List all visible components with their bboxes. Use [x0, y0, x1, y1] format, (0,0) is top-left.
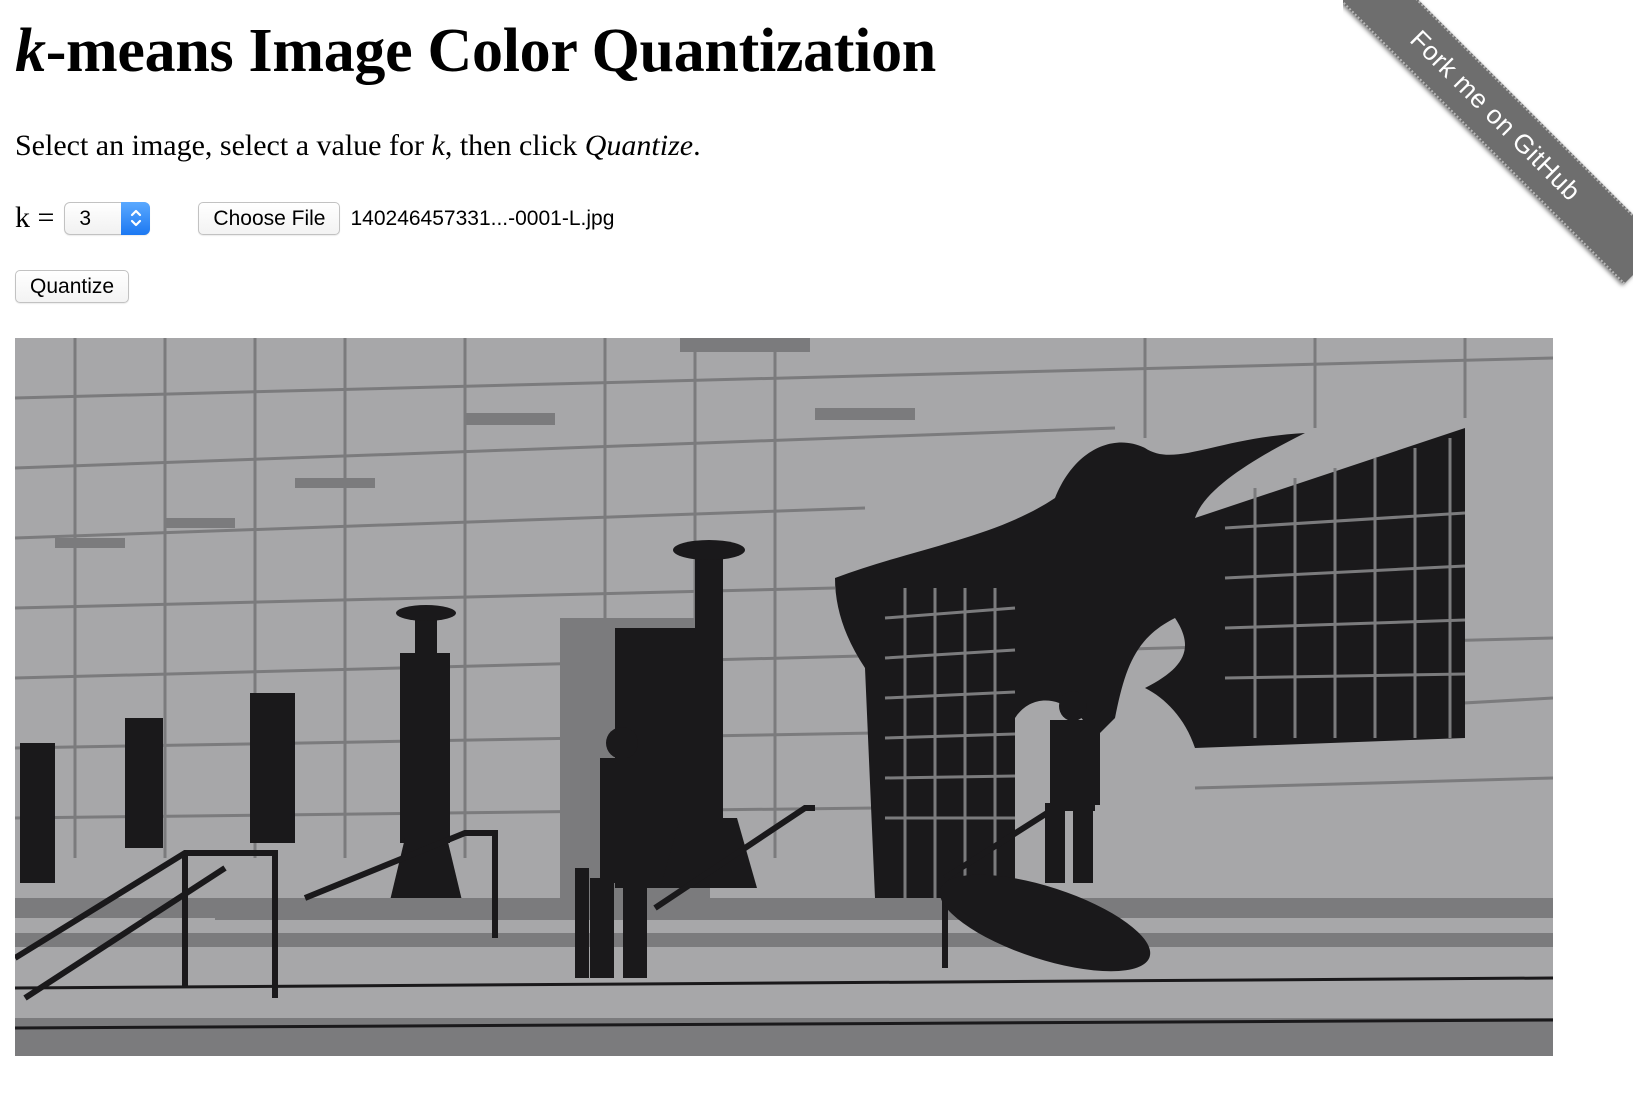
quantized-image: [15, 338, 1553, 1056]
k-label: k =: [15, 201, 55, 234]
quantized-image-canvas: [15, 338, 1553, 1056]
instructions-part: Select an image, select a value for: [15, 129, 432, 162]
github-ribbon-container: Fork me on GitHub: [1343, 0, 1633, 290]
k-select[interactable]: 3: [64, 201, 151, 235]
select-arrows-icon: [121, 201, 151, 235]
title-text: -means Image Color Quantization: [45, 17, 937, 85]
selected-file-name: 140246457331...-0001-L.jpg: [350, 206, 615, 230]
fork-on-github-ribbon[interactable]: Fork me on GitHub: [1343, 0, 1633, 285]
instructions-k: k: [431, 129, 445, 162]
title-k-italic: k: [15, 17, 46, 85]
k-select-value: 3: [79, 206, 92, 230]
controls-row: k = 3 Choose File 140246457331...-0001-L…: [15, 198, 614, 238]
page-title: k-means Image Color Quantization: [15, 14, 936, 88]
choose-file-button[interactable]: Choose File: [198, 201, 341, 235]
instructions-text: Select an image, select a value for k, t…: [15, 128, 701, 164]
instructions-action: Quantize: [584, 129, 694, 162]
instructions-part: .: [693, 129, 701, 162]
instructions-part: , then click: [444, 129, 585, 162]
quantize-button[interactable]: Quantize: [15, 270, 130, 303]
